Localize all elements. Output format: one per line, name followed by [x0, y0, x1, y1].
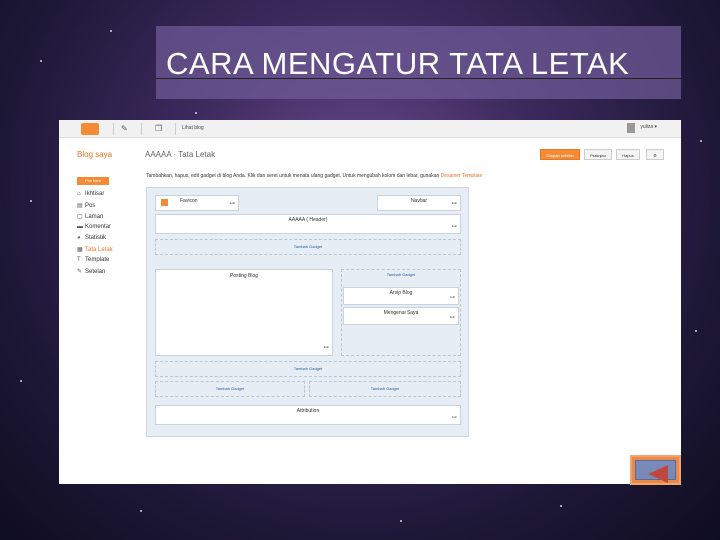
- sidebar-item-comments[interactable]: ▬ Komentar: [77, 224, 111, 230]
- attribution-widget[interactable]: Attribution Edit: [155, 405, 461, 425]
- view-blog-button[interactable]: Lihat blog: [182, 125, 204, 131]
- blog-posts-widget[interactable]: Posting Blog Edit: [155, 269, 333, 356]
- sidebar-item-layout[interactable]: ▦ Tata Letak: [77, 246, 113, 253]
- user-menu[interactable]: yuliza ▾: [640, 124, 657, 130]
- about-me-widget[interactable]: Mengenai Saya Edit: [343, 307, 459, 325]
- add-gadget-button[interactable]: Tambah Gadget: [387, 272, 415, 277]
- template-icon: T: [77, 257, 81, 263]
- home-button[interactable]: [81, 123, 99, 135]
- favicon-widget[interactable]: Favicon Edit: [155, 195, 239, 211]
- back-arrow-icon: [648, 465, 668, 483]
- save-button[interactable]: Simpan setelan: [540, 149, 580, 160]
- sidebar-item-stats[interactable]: ◕ Statistik: [77, 235, 106, 241]
- pencil-icon[interactable]: ✎: [121, 124, 128, 133]
- sidebar-item-overview[interactable]: ⌂ Ikhtisar: [77, 191, 104, 197]
- pie-chart-icon: ◕: [77, 235, 81, 241]
- slide-title-box: CARA MENGATUR TATA LETAK: [156, 26, 681, 99]
- sidebar-item-pages[interactable]: ▢ Laman: [77, 213, 103, 220]
- blogger-screenshot: ✎ ❐ Lihat blog yuliza ▾ Blog saya AAAAA …: [59, 120, 681, 484]
- add-gadget-button[interactable]: Tambah Gadget: [309, 381, 461, 397]
- blog-archive-widget[interactable]: Arsip Blog Edit: [343, 287, 459, 305]
- header-widget[interactable]: AAAAA ( Header) Edit: [155, 214, 461, 234]
- comment-icon: ▬: [77, 224, 83, 230]
- back-button[interactable]: [630, 455, 681, 485]
- preview-button[interactable]: Pratinjau: [584, 149, 612, 160]
- wrench-icon: ✎: [77, 269, 83, 275]
- add-gadget-button[interactable]: Tambah Gadget: [155, 381, 305, 397]
- add-gadget-button[interactable]: Tambah Gadget: [155, 361, 461, 377]
- blog-title[interactable]: Blog saya: [77, 150, 112, 159]
- clear-button[interactable]: Hapus: [616, 149, 640, 160]
- layout-canvas: Favicon Edit Navbar Edit AAAAA ( Header)…: [146, 187, 469, 437]
- blogger-toolbar: ✎ ❐ Lihat blog yuliza ▾: [59, 120, 681, 138]
- sidebar-item-template[interactable]: T Template: [77, 257, 109, 263]
- layout-hint: Tambahkan, hapus, edit gadget di blog An…: [146, 173, 483, 179]
- navbar-widget[interactable]: Navbar Edit: [377, 195, 461, 211]
- new-post-button[interactable]: Pos baru: [77, 177, 109, 185]
- template-designer-link[interactable]: Desainer Template: [441, 173, 483, 179]
- blogger-logo-icon: [161, 199, 168, 206]
- add-gadget-button[interactable]: Tambah Gadget: [155, 239, 461, 255]
- breadcrumb: AAAAA · Tata Letak: [145, 150, 216, 159]
- gear-icon[interactable]: ⚙: [646, 149, 664, 160]
- title-underline: [156, 78, 681, 79]
- slide-title: CARA MENGATUR TATA LETAK: [166, 46, 630, 81]
- sidebar-item-settings[interactable]: ✎ Setelan: [77, 268, 105, 275]
- home-icon: ⌂: [77, 191, 81, 197]
- sidebar-item-posts[interactable]: ▤ Pos: [77, 202, 95, 209]
- copy-icon[interactable]: ❐: [155, 124, 162, 133]
- layout-icon: ▦: [77, 247, 83, 253]
- posts-icon: ▤: [77, 203, 83, 209]
- avatar[interactable]: [627, 123, 635, 133]
- page-icon: ▢: [77, 214, 83, 220]
